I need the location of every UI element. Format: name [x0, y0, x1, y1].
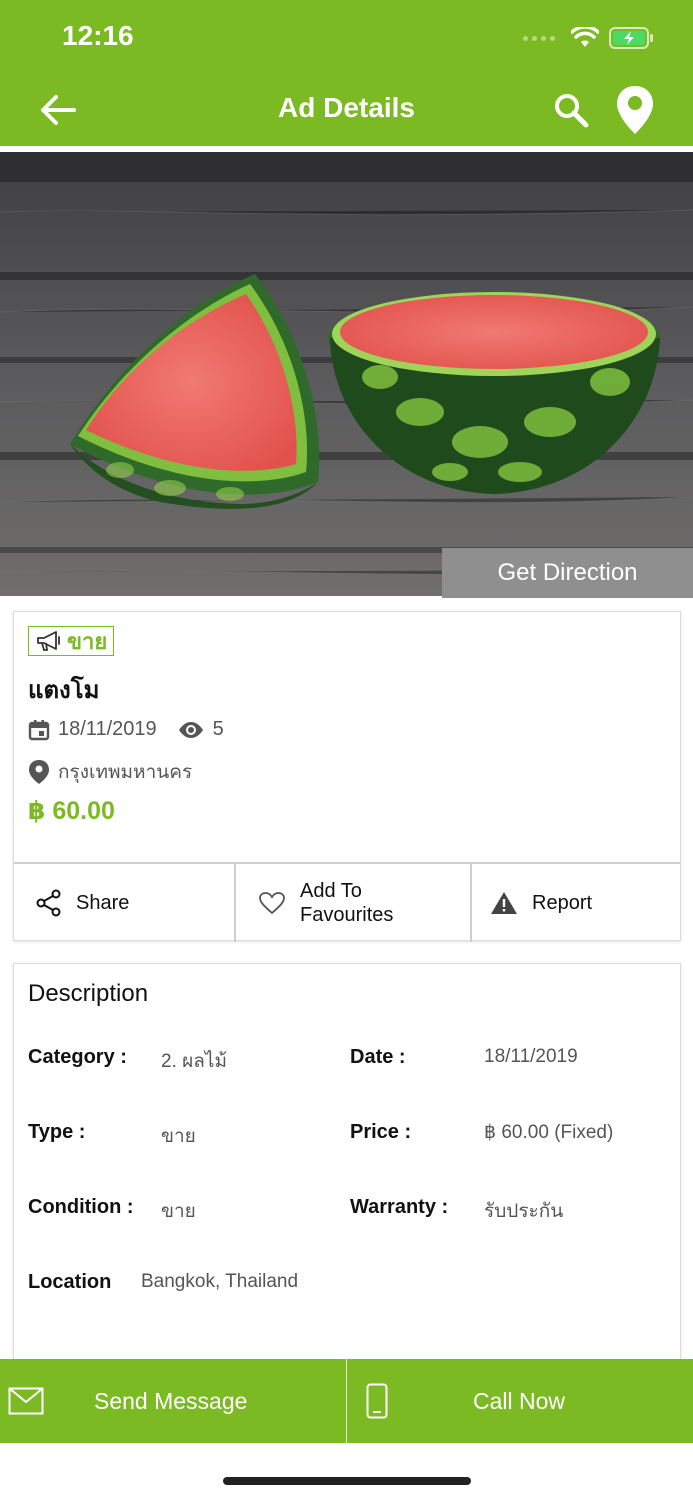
location-value: Bangkok, Thailand: [141, 1271, 299, 1292]
add-to-favourites-button[interactable]: Add To Favourites: [236, 864, 472, 942]
type-value: ขาย: [161, 1126, 196, 1147]
ad-location: กรุงเทพมหานคร: [28, 757, 192, 787]
eye-icon: [178, 721, 203, 738]
type-label: Type :: [28, 1121, 86, 1143]
app-header: 12:16 Ad Details: [0, 0, 693, 146]
ad-summary-card: ขาย แตงโม 18/11/2019 5 กรุงเทพมหานคร ฿ 6…: [13, 611, 681, 942]
phone-icon: [366, 1383, 388, 1419]
report-label: Report: [532, 891, 593, 914]
heart-icon: [259, 892, 285, 915]
ad-photo[interactable]: [0, 152, 693, 596]
price-value: ฿ 60.00 (Fixed): [484, 1122, 614, 1143]
condition-value: ขาย: [161, 1201, 196, 1222]
description-title: Description: [28, 980, 149, 1007]
category-label: Category :: [28, 1046, 127, 1068]
ad-meta: 18/11/2019 5: [28, 718, 224, 741]
calendar-icon: [28, 719, 50, 740]
ad-action-bar: Share Add To Favourites Report: [14, 862, 680, 942]
location-pin-icon[interactable]: [615, 84, 655, 136]
page-title: Ad Details: [278, 92, 415, 123]
battery-charging-icon: [609, 27, 653, 49]
condition-label: Condition :: [28, 1196, 134, 1218]
call-now-label: Call Now: [473, 1387, 566, 1414]
ad-views: 5: [212, 718, 224, 740]
price-label: Price :: [350, 1121, 412, 1143]
ad-location-text: กรุงเทพมหานคร: [58, 762, 193, 783]
contact-bar: Send Message Call Now: [0, 1359, 693, 1443]
ad-type-badge: ขาย: [28, 626, 115, 656]
favourites-label: Add To Favourites: [300, 879, 393, 927]
category-value: 2. ผลไม้: [161, 1051, 227, 1072]
share-icon: [36, 889, 61, 917]
ad-date: 18/11/2019: [58, 718, 157, 740]
description-card: Description Category : 2. ผลไม้ Date : 1…: [13, 963, 681, 1385]
warranty-value: รับประกัน: [484, 1201, 564, 1222]
location-label: Location: [28, 1271, 112, 1293]
favourites-label-line2: Favourites: [300, 904, 394, 926]
status-indicators: [523, 26, 655, 50]
search-icon[interactable]: [553, 92, 589, 128]
megaphone-icon: [37, 631, 60, 651]
date-value: 18/11/2019: [484, 1046, 578, 1067]
ad-price: ฿ 60.00: [28, 797, 115, 825]
favourites-label-line1: Add To: [300, 880, 362, 902]
map-marker-icon: [29, 760, 49, 784]
envelope-icon: [8, 1387, 44, 1415]
share-button[interactable]: Share: [14, 864, 236, 942]
get-direction-button[interactable]: Get Direction: [442, 548, 693, 598]
home-indicator[interactable]: [223, 1477, 471, 1485]
send-message-button[interactable]: Send Message: [0, 1359, 347, 1443]
ad-title: แตงโม: [28, 677, 100, 704]
warranty-label: Warranty :: [350, 1196, 449, 1218]
wifi-icon: [571, 27, 599, 47]
send-message-label: Send Message: [94, 1387, 248, 1414]
warning-icon: [491, 892, 517, 914]
date-label: Date :: [350, 1046, 406, 1068]
share-label: Share: [76, 891, 130, 914]
cellular-signal-icon: [523, 35, 555, 41]
watermelon-photo: [0, 152, 693, 596]
ad-type-label: ขาย: [67, 628, 108, 654]
call-now-button[interactable]: Call Now: [347, 1359, 693, 1443]
report-button[interactable]: Report: [472, 864, 680, 942]
status-time: 12:16: [62, 20, 134, 51]
